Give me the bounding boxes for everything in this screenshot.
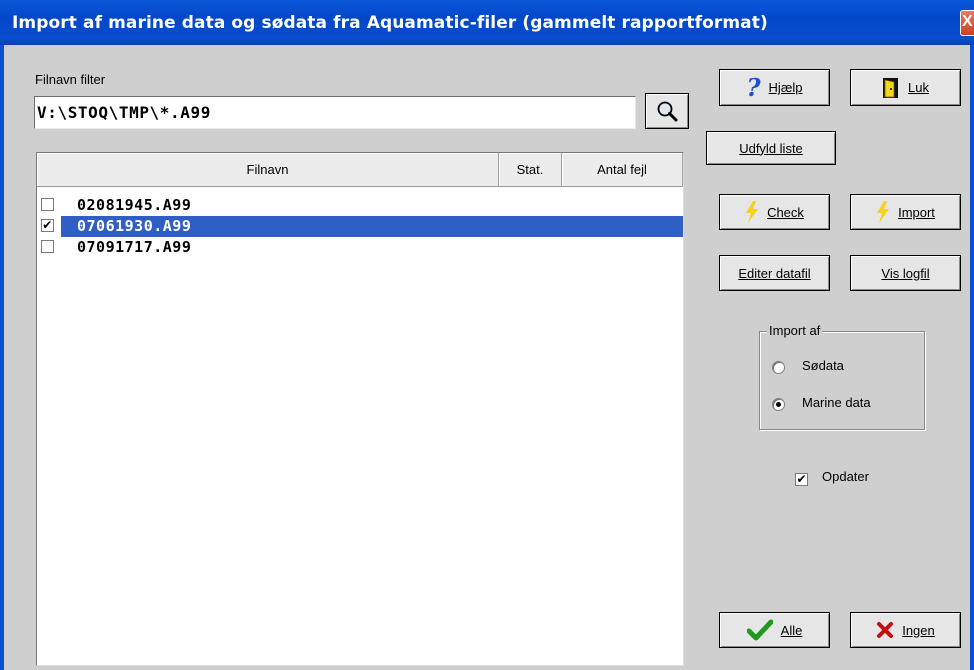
list-item[interactable]: ✔ 07061930.A99	[37, 216, 683, 237]
x-icon	[877, 622, 894, 638]
column-header-filnavn[interactable]: Filnavn	[37, 153, 499, 186]
filter-input[interactable]: V:\STOQ\TMP\*.A99	[34, 96, 636, 129]
radio-sodata[interactable]	[772, 361, 785, 374]
import-type-legend: Import af	[767, 323, 823, 338]
view-logfile-button[interactable]: Vis logfil	[850, 255, 961, 291]
import-type-group: Import af Sødata Marine data	[759, 323, 925, 430]
list-item[interactable]: 07091717.A99	[37, 237, 683, 258]
title-bar: Import af marine data og sødata fra Aqua…	[0, 0, 974, 45]
row-checkbox[interactable]	[41, 198, 54, 211]
update-label[interactable]: Opdater	[822, 469, 869, 484]
list-item[interactable]: 02081945.A99	[37, 195, 683, 216]
update-checkbox[interactable]: ✔	[795, 473, 808, 486]
lightning-icon	[746, 201, 759, 223]
import-button[interactable]: Import	[850, 194, 961, 230]
list-item-filename: 02081945.A99	[77, 196, 192, 214]
checkmark-icon	[746, 619, 773, 641]
file-list[interactable]: Filnavn Stat. Antal fejl 02081945.A99 ✔ …	[36, 152, 684, 666]
lightning-icon	[877, 201, 890, 223]
door-icon	[883, 77, 899, 98]
search-icon	[657, 101, 678, 122]
select-none-button[interactable]: Ingen	[850, 612, 961, 648]
help-button[interactable]: ? Hjælp	[719, 69, 830, 106]
search-button[interactable]	[645, 93, 689, 129]
list-header: Filnavn Stat. Antal fejl	[37, 153, 683, 187]
row-checkbox[interactable]: ✔	[41, 219, 54, 232]
window-border-right	[970, 45, 974, 670]
list-item-filename: 07091717.A99	[77, 238, 192, 256]
fill-list-button[interactable]: Udfyld liste	[706, 131, 836, 165]
column-header-stat[interactable]: Stat.	[499, 153, 562, 186]
list-item-filename: 07061930.A99	[61, 216, 683, 237]
row-checkbox[interactable]	[41, 240, 54, 253]
select-all-button[interactable]: Alle	[719, 612, 830, 648]
close-button[interactable]: Luk	[850, 69, 961, 106]
edit-datafile-button[interactable]: Editer datafil	[719, 255, 830, 291]
window-title: Import af marine data og sødata fra Aqua…	[12, 13, 768, 33]
radio-marine-data-label[interactable]: Marine data	[802, 395, 871, 410]
radio-sodata-label[interactable]: Sødata	[802, 358, 844, 373]
window-close-button[interactable]: X	[960, 10, 974, 36]
question-icon: ?	[746, 72, 761, 102]
check-button[interactable]: Check	[719, 194, 830, 230]
filter-label: Filnavn filter	[35, 72, 106, 87]
window-border-left	[0, 45, 4, 670]
radio-marine-data[interactable]	[772, 398, 785, 411]
column-header-antal-fejl[interactable]: Antal fejl	[562, 153, 683, 186]
